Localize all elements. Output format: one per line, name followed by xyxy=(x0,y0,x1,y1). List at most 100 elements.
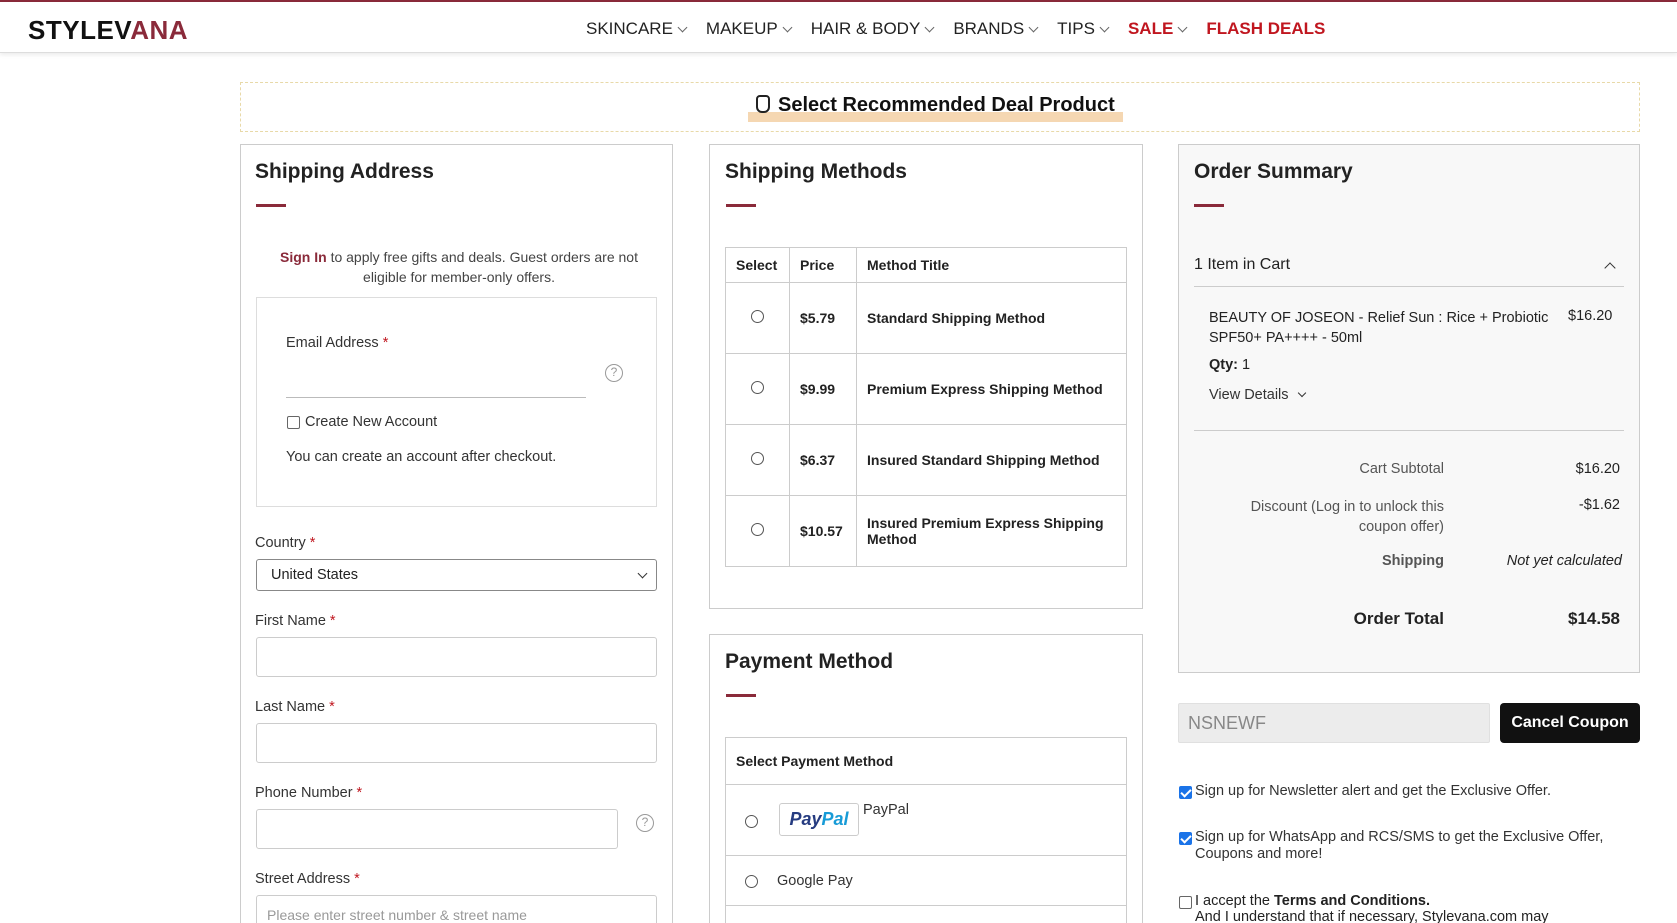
divider xyxy=(1194,430,1624,431)
required-mark: * xyxy=(382,335,389,351)
paypal-logo: PayPal xyxy=(779,803,859,836)
header-method-title: Method Title xyxy=(856,247,1127,283)
items-in-cart-toggle[interactable]: 1 Item in Cart xyxy=(1194,256,1290,274)
terms-prefix: I accept the xyxy=(1195,893,1274,909)
terms-suffix: And I understand that if necessary, Styl… xyxy=(1195,909,1549,923)
order-total-label: Order Total xyxy=(1353,609,1444,628)
chevron-down-icon xyxy=(1177,22,1188,32)
newsletter-label: Sign up for Newsletter alert and get the… xyxy=(1195,783,1551,799)
paypal-logo-pay: Pay xyxy=(789,809,822,829)
method-title-cell: Insured Premium Express Shipping Method xyxy=(856,495,1127,567)
last-name-label-text: Last Name xyxy=(255,699,326,715)
table-header-row: Select Price Method Title xyxy=(725,247,1127,283)
price-cell: $5.79 xyxy=(789,282,857,354)
first-name-input[interactable] xyxy=(256,637,657,677)
last-name-label: Last Name * xyxy=(255,699,335,715)
method-title-cell: Premium Express Shipping Method xyxy=(856,353,1127,425)
shipping-method-radio[interactable] xyxy=(751,310,764,323)
title-underline xyxy=(726,204,756,207)
shipping-methods-title: Shipping Methods xyxy=(725,160,907,183)
required-mark: * xyxy=(329,613,336,629)
create-account-checkbox[interactable] xyxy=(287,416,300,429)
country-select[interactable]: United States xyxy=(256,559,657,591)
newsletter-checkbox[interactable] xyxy=(1179,786,1192,799)
google-pay-radio[interactable] xyxy=(745,875,758,888)
required-mark: * xyxy=(356,785,363,801)
street-label: Street Address * xyxy=(255,871,360,887)
shipping-method-radio[interactable] xyxy=(751,381,764,394)
title-underline xyxy=(726,694,756,697)
first-name-label: First Name * xyxy=(255,613,336,629)
select-deal-product-button[interactable]: Select Recommended Deal Product xyxy=(748,94,1123,122)
shipping-value: Not yet calculated xyxy=(1506,553,1622,569)
required-mark: * xyxy=(354,871,360,887)
site-header: STYLEVANA SKINCARE MAKEUP HAIR & BODY BR… xyxy=(0,2,1677,53)
country-label-text: Country xyxy=(255,535,306,551)
street-label-text: Street Address xyxy=(255,871,351,887)
nav-sale-label: SALE xyxy=(1127,19,1174,38)
stylevana-logo[interactable]: STYLEVANA xyxy=(28,15,188,46)
table-row[interactable]: $10.57 Insured Premium Express Shipping … xyxy=(725,495,1127,567)
whatsapp-label: Sign up for WhatsApp and RCS/SMS to get … xyxy=(1195,829,1604,862)
email-section xyxy=(256,297,657,507)
shipping-method-radio[interactable] xyxy=(751,452,764,465)
subtotal-value: $16.20 xyxy=(1575,461,1620,477)
price-cell: $6.37 xyxy=(789,424,857,496)
google-pay-label: Google Pay xyxy=(777,873,853,889)
divider xyxy=(726,855,1126,856)
hand-pointer-icon xyxy=(756,95,770,113)
sign-in-link[interactable]: Sign In xyxy=(280,249,327,265)
nav-sale[interactable]: SALE xyxy=(1127,19,1188,39)
nav-tips-label: TIPS xyxy=(1057,19,1095,38)
terms-checkbox[interactable] xyxy=(1179,896,1192,909)
nav-flash-deals[interactable]: FLASH DEALS xyxy=(1206,19,1325,39)
view-details-label: View Details xyxy=(1209,387,1289,403)
select-cell xyxy=(725,282,790,354)
nav-makeup[interactable]: MAKEUP xyxy=(706,19,793,39)
view-details-toggle[interactable]: View Details xyxy=(1209,387,1306,403)
chevron-down-icon xyxy=(677,22,688,32)
terms-label: I accept the Terms and Conditions. And I … xyxy=(1195,893,1645,923)
sign-in-note: Sign In to apply free gifts and deals. G… xyxy=(264,247,654,287)
chevron-down-icon xyxy=(1297,388,1306,398)
shipping-method-radio[interactable] xyxy=(751,523,764,536)
nav-skincare-label: SKINCARE xyxy=(586,19,673,38)
nav-tips[interactable]: TIPS xyxy=(1057,19,1110,39)
cancel-coupon-button[interactable]: Cancel Coupon xyxy=(1500,703,1640,743)
discount-value: -$1.62 xyxy=(1578,497,1620,513)
nav-brands-label: BRANDS xyxy=(953,19,1025,38)
divider xyxy=(1194,286,1624,287)
subtotal-label: Cart Subtotal xyxy=(1359,461,1444,477)
table-row[interactable]: $6.37 Insured Standard Shipping Method xyxy=(725,424,1127,496)
terms-link[interactable]: Terms and Conditions. xyxy=(1274,893,1430,909)
logo-main-text: STYLEV xyxy=(28,15,131,45)
table-row[interactable]: $9.99 Premium Express Shipping Method xyxy=(725,353,1127,425)
phone-input[interactable] xyxy=(256,809,618,849)
paypal-radio[interactable] xyxy=(745,815,758,828)
shipping-methods-table: Select Price Method Title $5.79 Standard… xyxy=(725,247,1127,567)
price-cell: $9.99 xyxy=(789,353,857,425)
deal-banner-label: Select Recommended Deal Product xyxy=(778,94,1115,116)
header-select: Select xyxy=(725,247,790,283)
create-account-label: Create New Account xyxy=(305,414,438,430)
method-title-cell: Insured Standard Shipping Method xyxy=(856,424,1127,496)
help-icon[interactable]: ? xyxy=(636,814,654,832)
chevron-down-icon xyxy=(924,22,935,32)
last-name-input[interactable] xyxy=(256,723,657,763)
divider xyxy=(726,784,1126,785)
street-input[interactable]: Please enter street number & street name xyxy=(256,895,657,923)
nav-hair-body-label: HAIR & BODY xyxy=(810,19,921,38)
nav-hair-body[interactable]: HAIR & BODY xyxy=(810,19,935,39)
title-underline xyxy=(1194,204,1224,207)
nav-brands[interactable]: BRANDS xyxy=(953,19,1039,39)
email-input[interactable] xyxy=(286,397,586,398)
help-icon[interactable]: ? xyxy=(605,364,623,382)
whatsapp-checkbox[interactable] xyxy=(1179,832,1192,845)
table-row[interactable]: $5.79 Standard Shipping Method xyxy=(725,282,1127,354)
order-summary-title: Order Summary xyxy=(1194,160,1353,183)
nav-skincare[interactable]: SKINCARE xyxy=(586,19,688,39)
street-placeholder: Please enter street number & street name xyxy=(267,907,527,923)
coupon-code-input[interactable]: NSNEWF xyxy=(1178,703,1490,743)
logo-accent-text: ANA xyxy=(130,15,189,45)
cart-item-name: BEAUTY OF JOSEON - Relief Sun : Rice + P… xyxy=(1209,310,1549,346)
